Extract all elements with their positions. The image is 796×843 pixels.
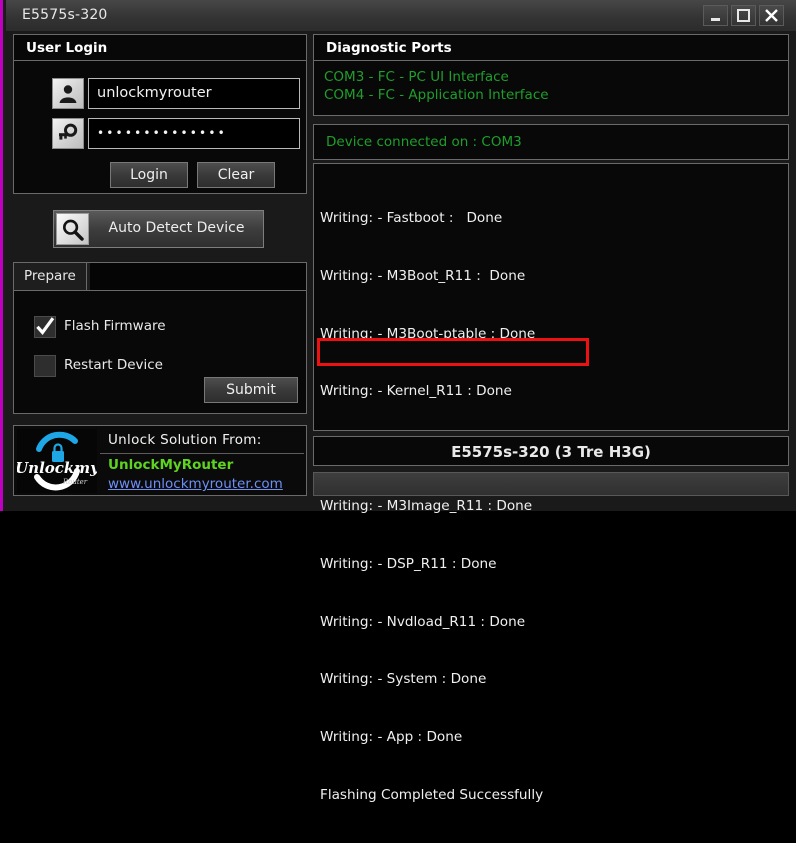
submit-button[interactable]: Submit (204, 377, 298, 403)
minimize-icon (711, 18, 720, 21)
flash-firmware-checkbox[interactable] (34, 316, 56, 338)
restart-device-checkbox[interactable] (34, 355, 56, 377)
user-login-title: User Login (14, 35, 306, 61)
application-window: E5575s-320 User Login unlockmyrouter •••… (0, 0, 796, 803)
logo-icon: Unlockmy Router (17, 429, 97, 493)
auto-detect-label: Auto Detect Device (108, 220, 245, 236)
log-line: Writing: - M3Boot_R11 : Done (320, 268, 526, 285)
magnifier-icon-box (56, 213, 89, 245)
flash-log-panel[interactable]: Writing: - Fastboot : Done Writing: - M3… (313, 163, 789, 803)
close-icon (765, 9, 778, 22)
flash-firmware-label: Flash Firmware (64, 318, 166, 334)
logo-wordmark: Unlockmy (17, 459, 97, 477)
log-line: Writing: - Fastboot : Done (320, 210, 503, 227)
user-icon-button[interactable] (52, 78, 84, 109)
key-icon-button[interactable] (52, 118, 84, 149)
diagnostic-ports-panel: Diagnostic Ports COM3 - FC - PC UI Inter… (313, 34, 789, 116)
key-icon (59, 123, 78, 140)
maximize-button[interactable] (731, 5, 756, 26)
log-line-success: Flashing Completed Successfully (320, 786, 544, 803)
bottom-status-bar (313, 472, 789, 496)
device-model-status-panel: E5575s-320 (3 Tre H3G) (313, 436, 789, 466)
prepare-tab-filler (90, 263, 306, 290)
brand-text-block: Unlock Solution From: UnlockMyRouter www… (100, 426, 306, 495)
diagnostic-ports-title-label: Diagnostic Ports (326, 40, 452, 56)
brand-url-link[interactable]: www.unlockmyrouter.com (108, 476, 283, 492)
username-input[interactable]: unlockmyrouter (88, 78, 300, 109)
clear-button[interactable]: Clear (197, 162, 275, 188)
log-line: Writing: - DSP_R11 : Done (320, 556, 497, 573)
logo-subtext: Router (62, 478, 88, 486)
diagnostic-ports-list: COM3 - FC - PC UI Interface COM4 - FC - … (324, 68, 549, 104)
brand-heading: Unlock Solution From: (108, 432, 262, 448)
username-row: unlockmyrouter (52, 78, 302, 109)
device-model-label: E5575s-320 (3 Tre H3G) (451, 443, 651, 461)
window-title: E5575s-320 (22, 7, 108, 23)
password-row: •••••••••••••• (52, 118, 302, 149)
title-bar: E5575s-320 (6, 0, 796, 31)
log-line: Writing: - System : Done (320, 671, 487, 688)
port-entry[interactable]: COM4 - FC - Application Interface (324, 86, 549, 104)
device-connected-status: Device connected on : COM3 (326, 134, 522, 150)
device-connection-panel: Device connected on : COM3 (313, 124, 789, 160)
diagnostic-ports-title: Diagnostic Ports (314, 35, 788, 61)
log-line: Writing: - M3Image_R11 : Done (320, 498, 533, 515)
close-button[interactable] (759, 5, 784, 26)
maximize-icon (737, 9, 750, 22)
password-input[interactable]: •••••••••••••• (88, 118, 300, 149)
check-icon (36, 317, 55, 336)
prepare-tabstrip: Prepare (14, 263, 306, 291)
brand-panel: Unlockmy Router Unlock Solution From: Un… (13, 425, 307, 496)
minimize-button[interactable] (703, 5, 728, 26)
auto-detect-device-button[interactable]: Auto Detect Device (53, 210, 264, 248)
unlockmyrouter-logo: Unlockmy Router (17, 429, 97, 493)
magnifier-icon (63, 219, 84, 241)
port-entry[interactable]: COM3 - FC - PC UI Interface (324, 68, 549, 86)
login-button[interactable]: Login (110, 162, 188, 188)
prepare-panel: Prepare Flash Firmware Restart Device Su… (13, 262, 307, 414)
restart-device-label: Restart Device (64, 357, 163, 373)
user-icon (59, 85, 77, 103)
log-line: Writing: - M3Boot-ptable : Done (320, 325, 536, 342)
tab-prepare[interactable]: Prepare (14, 263, 87, 290)
log-line: Writing: - Nvdload_R11 : Done (320, 613, 526, 630)
brand-divider (100, 453, 304, 454)
log-line: Writing: - Kernel_R11 : Done (320, 383, 512, 400)
flash-log-lines: Writing: - Fastboot : Done Writing: - M3… (320, 171, 543, 843)
brand-name: UnlockMyRouter (108, 457, 234, 473)
user-login-title-label: User Login (26, 40, 108, 56)
log-line: Writing: - App : Done (320, 728, 463, 745)
user-login-panel: User Login unlockmyrouter ••••••••••••••… (13, 34, 307, 194)
